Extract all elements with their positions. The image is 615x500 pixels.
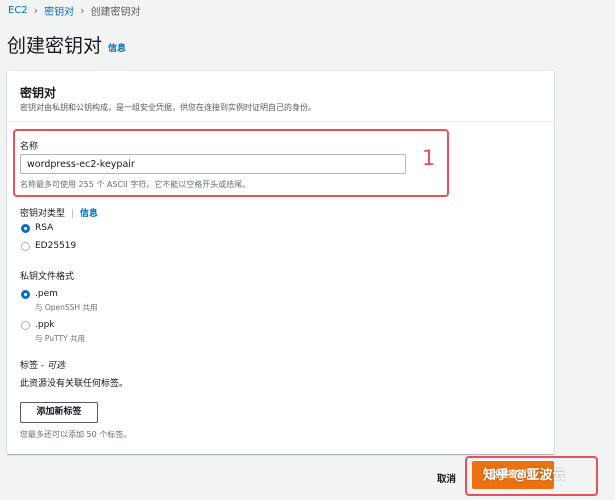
tags-label: 标签 - 可选	[20, 358, 65, 371]
option-rsa-label: RSA	[35, 223, 54, 233]
breadcrumb-current: 创建密钥对	[90, 7, 141, 18]
option-pem-hint: 与 OpenSSH 共用	[35, 303, 98, 312]
page-title: 创建密钥对	[7, 35, 103, 57]
radio-rsa[interactable]	[21, 224, 30, 233]
panel-header: 密钥对 密钥对由私钥和公钥构成，是一组安全凭据，供您在连接到实例时证明自己的身份…	[7, 71, 554, 122]
panel-title: 密钥对	[20, 86, 57, 100]
annotation-box-name	[13, 129, 449, 197]
breadcrumb-key-pairs[interactable]: 密钥对	[44, 3, 74, 18]
tags-limit-hint: 您最多还可以添加 50 个标签。	[20, 430, 132, 439]
tags-empty-text: 此资源没有关联任何标签。	[20, 379, 129, 389]
chevron-right-icon: ›	[33, 4, 39, 17]
radio-ppk[interactable]	[21, 321, 30, 330]
annotation-number: 1	[422, 146, 436, 170]
option-pem-label: .pem	[35, 289, 58, 299]
radio-ed25519[interactable]	[21, 242, 30, 251]
key-type-label-text: 密钥对类型	[20, 209, 66, 219]
watermark: 知乎 @亚波云	[483, 468, 566, 483]
add-tag-button[interactable]: 添加新标签	[20, 402, 98, 423]
tags-label-text: 标签 -	[20, 361, 47, 371]
key-type-label: 密钥对类型 | 信息	[20, 206, 98, 219]
option-ed25519-label: ED25519	[35, 241, 77, 251]
breadcrumb-ec2[interactable]: EC2	[8, 5, 28, 16]
option-ppk-label: .ppk	[35, 320, 55, 330]
panel-description: 密钥对由私钥和公钥构成，是一组安全凭据，供您在连接到实例时证明自己的身份。	[20, 103, 316, 112]
key-type-info-link[interactable]: 信息	[80, 209, 98, 219]
radio-pem[interactable]	[21, 290, 30, 299]
page-info-link[interactable]: 信息	[108, 41, 126, 54]
chevron-right-icon: ›	[80, 4, 85, 17]
tags-optional: 可选	[46, 361, 65, 371]
option-ppk-hint: 与 PuTTY 共用	[35, 334, 86, 343]
file-format-label: 私钥文件格式	[20, 272, 75, 282]
cancel-button[interactable]: 取消	[437, 471, 456, 485]
separator: |	[70, 209, 74, 219]
breadcrumb: EC2 › 密钥对 › 创建密钥对	[8, 3, 140, 18]
